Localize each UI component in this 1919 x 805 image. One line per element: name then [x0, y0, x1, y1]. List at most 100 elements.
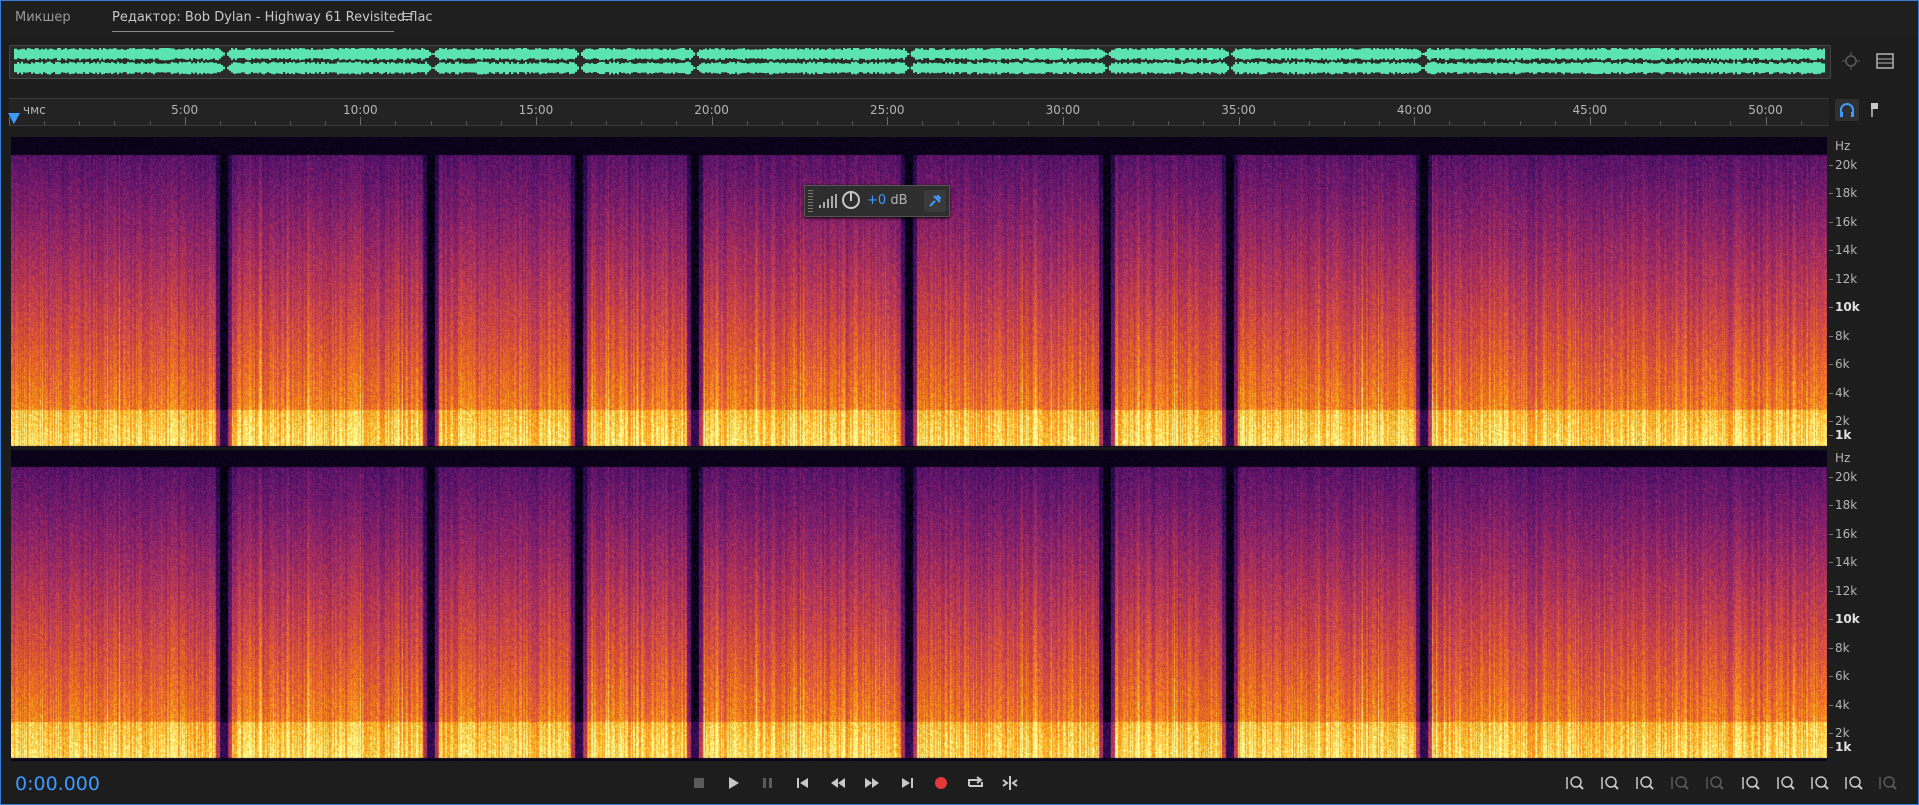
- tab-mixer[interactable]: Микшер: [15, 10, 71, 25]
- view-options-icon[interactable]: [1874, 50, 1896, 72]
- frequency-tick: [1829, 221, 1833, 223]
- record-icon[interactable]: [930, 772, 952, 794]
- skip-selection-icon[interactable]: [999, 772, 1021, 794]
- go-to-start-icon[interactable]: [792, 772, 814, 794]
- ruler-tick: [852, 121, 854, 125]
- frequency-tick: [1829, 477, 1833, 478]
- zoom-out-time-icon[interactable]: [1669, 772, 1691, 794]
- gain-readout[interactable]: +0 dB: [867, 193, 907, 208]
- stop-icon[interactable]: [688, 772, 710, 794]
- frequency-axis: Hz Hz 20k 18k 16k 14k 12k 10k 8k 6k 4k 2k 1k 20k 18k…: [1829, 137, 1889, 761]
- gain-value: +0: [867, 193, 887, 208]
- frequency-tick: [1829, 435, 1833, 436]
- frequency-label: 20k: [1835, 158, 1858, 172]
- frequency-label: 6k: [1835, 669, 1850, 684]
- go-to-end-icon[interactable]: [896, 772, 918, 794]
- zoom-full-icon[interactable]: [1704, 772, 1726, 794]
- ruler-tick: [781, 121, 783, 125]
- zoom-in-time-icon[interactable]: [1634, 772, 1656, 794]
- zoom-selection-icon[interactable]: [1809, 772, 1831, 794]
- amplitude-hud[interactable]: +0 dB: [804, 185, 950, 217]
- ruler-tick: [360, 117, 362, 125]
- gain-unit: dB: [890, 193, 908, 208]
- loop-playback-icon[interactable]: [965, 772, 987, 794]
- zoom-reset-icon[interactable]: [1843, 772, 1865, 794]
- ruler-tick: [184, 117, 186, 125]
- ruler-tick: [500, 121, 502, 125]
- overview-waveform-graphic: [14, 48, 1825, 75]
- ruler-tick: [395, 121, 397, 125]
- ruler-tick: [887, 117, 889, 125]
- ruler-tick: [1589, 117, 1591, 125]
- pause-icon[interactable]: [757, 772, 779, 794]
- ruler-tick: [1203, 121, 1205, 125]
- ruler-tick: [992, 121, 994, 125]
- frequency-label: 8k: [1835, 640, 1850, 655]
- ruler-tick: [1519, 121, 1521, 125]
- overview-waveform[interactable]: [9, 45, 1831, 79]
- frequency-label: 16k: [1835, 214, 1858, 229]
- ruler-tick-label: 30:00: [1045, 103, 1081, 117]
- tab-editor[interactable]: Редактор: Bob Dylan - Highway 61 Revisit…: [112, 10, 433, 25]
- frequency-label: 2k: [1835, 414, 1850, 428]
- frequency-label: 2k: [1835, 726, 1850, 740]
- ruler-tick: [1660, 121, 1662, 125]
- ruler-tick-label: 40:00: [1396, 103, 1432, 117]
- frequency-unit-label-bottom: Hz: [1835, 451, 1851, 465]
- frequency-label: 14k: [1835, 555, 1858, 570]
- hud-drag-handle[interactable]: [808, 190, 813, 212]
- zoom-in-right-icon[interactable]: [1775, 772, 1797, 794]
- ruler-tick: [957, 121, 959, 125]
- spectrogram-canvas[interactable]: [11, 137, 1827, 761]
- ruler-tick: [1449, 121, 1451, 125]
- frequency-label: 18k: [1835, 498, 1858, 513]
- frequency-tick: [1829, 364, 1833, 366]
- ruler-tick: [606, 121, 608, 125]
- ruler-tick: [430, 121, 432, 125]
- frequency-tick: [1829, 647, 1833, 649]
- rewind-icon[interactable]: [827, 772, 849, 794]
- ruler-tick: [44, 121, 46, 125]
- current-time-display[interactable]: 0:00.000: [15, 773, 100, 795]
- ruler-tick: [1133, 121, 1135, 125]
- pin-hud-icon[interactable]: [924, 190, 946, 212]
- frequency-label: 1k: [1835, 740, 1852, 754]
- zoom-in-left-icon[interactable]: [1740, 772, 1762, 794]
- ruler-tick: [465, 121, 467, 125]
- ruler-tick: [1379, 121, 1381, 125]
- frequency-tick: [1829, 533, 1833, 535]
- gain-knob[interactable]: [842, 191, 860, 209]
- frequency-label: 1k: [1835, 428, 1852, 442]
- ruler-tick: [1168, 121, 1170, 125]
- tab-bar: Микшер Редактор: Bob Dylan - Highway 61 …: [1, 1, 1918, 37]
- time-ruler[interactable]: чмс 5:00 10:00 15:00 20:00 25:00 30:00 35:00 40…: [9, 98, 1829, 126]
- marker-pin-icon[interactable]: [1863, 99, 1887, 121]
- ruler-tick-label: 35:00: [1221, 103, 1256, 117]
- zoom-out-amplitude-icon[interactable]: [1599, 772, 1621, 794]
- monitor-headphones-icon[interactable]: [1835, 99, 1859, 121]
- ruler-tick: [1238, 117, 1240, 125]
- tab-menu-icon[interactable]: [402, 11, 412, 23]
- frequency-unit-label-top: Hz: [1835, 139, 1851, 153]
- zoom-in-amplitude-icon[interactable]: [1564, 772, 1586, 794]
- overview-channel-2: [14, 61, 1825, 75]
- play-icon[interactable]: [722, 772, 744, 794]
- ruler-tick: [1554, 121, 1556, 125]
- spectral-frequency-display[interactable]: [11, 137, 1827, 761]
- zoom-navigator-icon[interactable]: [1840, 50, 1862, 72]
- vertical-split-handle[interactable]: [947, 129, 977, 142]
- playhead-marker[interactable]: [7, 111, 21, 130]
- frequency-tick: [1829, 335, 1833, 337]
- frequency-tick: [1829, 562, 1833, 564]
- frequency-tick: [1829, 278, 1833, 280]
- frequency-label: 18k: [1835, 186, 1858, 201]
- ruler-tick: [816, 121, 818, 125]
- ruler-tick: [219, 121, 221, 125]
- frequency-tick: [1829, 392, 1833, 394]
- ruler-tick: [1765, 117, 1767, 125]
- ruler-tick: [1730, 121, 1732, 125]
- ruler-tick: [79, 121, 81, 125]
- frequency-label: 4k: [1835, 697, 1850, 712]
- zoom-tracks-icon[interactable]: [1877, 772, 1899, 794]
- fast-forward-icon[interactable]: [861, 772, 883, 794]
